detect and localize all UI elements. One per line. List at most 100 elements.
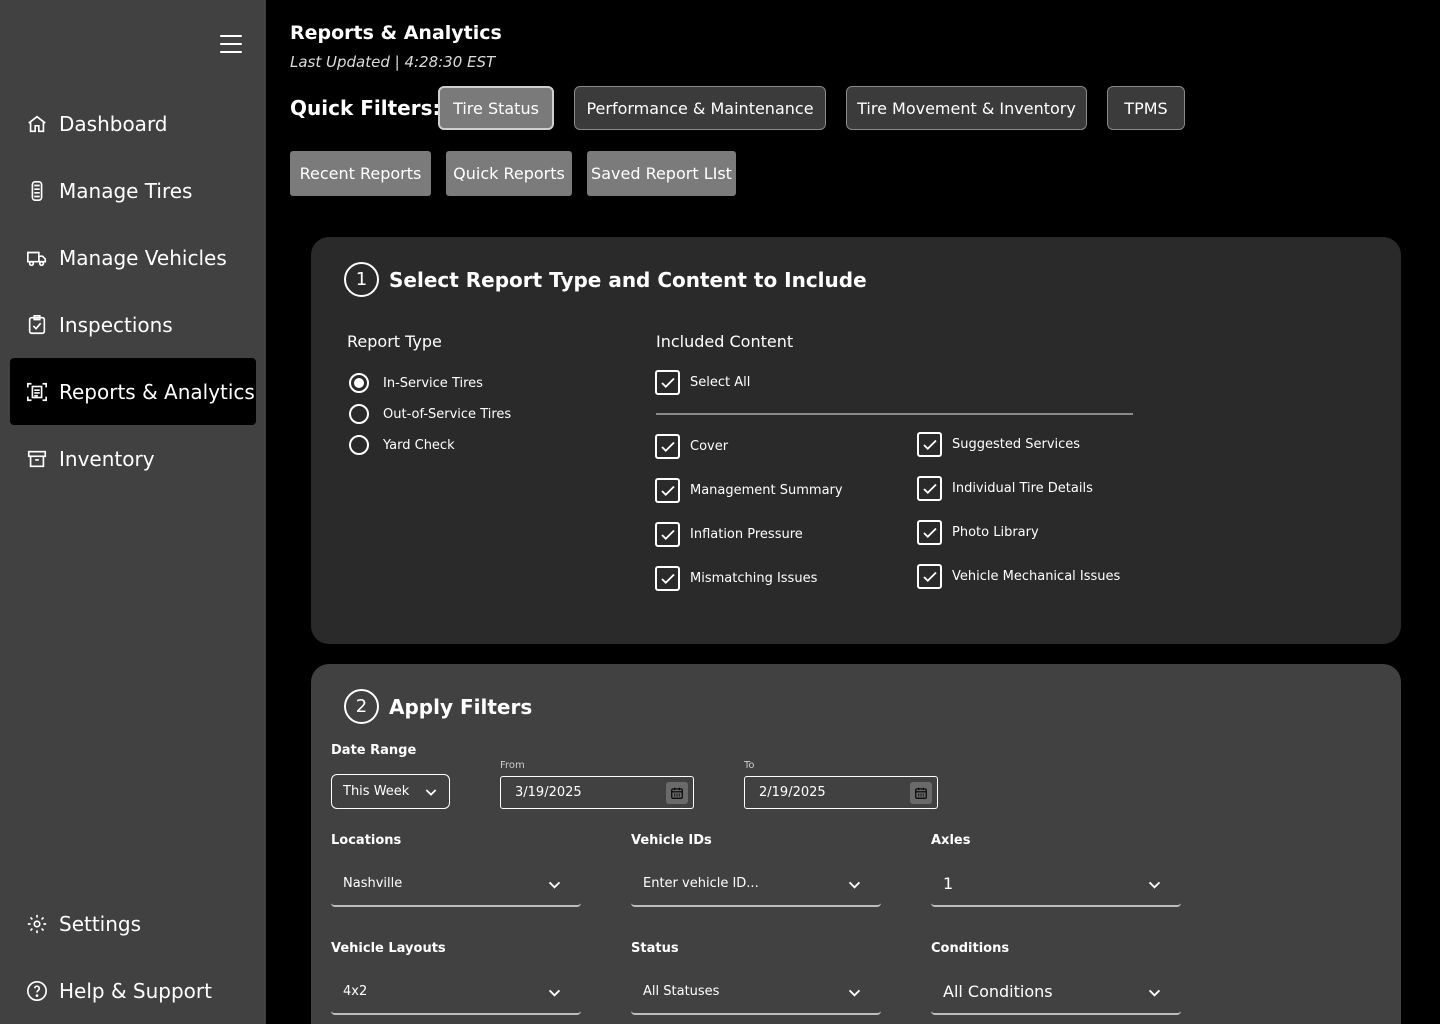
checkbox-checked-icon[interactable] <box>655 522 680 547</box>
calendar-icon[interactable] <box>910 782 932 804</box>
checkbox-label: Mismatching Issues <box>690 571 818 586</box>
checkbox-label: Management Summary <box>690 483 843 498</box>
report-type-panel: 1 Select Report Type and Content to Incl… <box>311 237 1401 644</box>
radio-label: Out-of-Service Tires <box>383 406 512 422</box>
radio-label: Yard Check <box>383 437 455 453</box>
report-type-label: Report Type <box>347 332 442 351</box>
vehicle-layouts-select[interactable]: 4x2 <box>331 970 581 1015</box>
axles-label: Axles <box>931 833 971 848</box>
radio-button[interactable] <box>349 435 369 455</box>
date-range-label: Date Range <box>331 743 417 758</box>
chevron-down-icon <box>425 789 437 796</box>
checkbox-checked-icon[interactable] <box>655 434 680 459</box>
date-range-value: This Week <box>343 784 410 799</box>
hamburger-icon[interactable] <box>220 35 242 55</box>
checkbox-label: Cover <box>690 439 729 454</box>
checkbox-checked-icon[interactable] <box>917 432 942 457</box>
sidebar-item-label: Manage Tires <box>59 178 193 203</box>
apply-filters-panel: 2 Apply Filters Date Range This Week Fro… <box>311 664 1401 1024</box>
home-icon <box>25 112 49 136</box>
date-range-select[interactable]: This Week <box>331 774 450 809</box>
report-scan-icon <box>25 380 49 404</box>
step-number: 1 <box>344 262 379 297</box>
checkbox-label: Select All <box>690 375 751 390</box>
locations-select[interactable]: Nashville <box>331 862 581 907</box>
radio-button[interactable] <box>349 404 369 424</box>
radio-out-of-service-tires[interactable]: Out-of-Service Tires <box>349 404 511 424</box>
sidebar-item-label: Settings <box>59 911 142 936</box>
locations-value: Nashville <box>343 876 403 891</box>
checkbox-vehicle-mechanical-issues[interactable]: Vehicle Mechanical Issues <box>917 564 1120 589</box>
locations-label: Locations <box>331 833 402 848</box>
sidebar-item-dashboard[interactable]: Dashboard <box>10 90 256 157</box>
vehicle-layouts-label: Vehicle Layouts <box>331 941 446 956</box>
radio-yard-check[interactable]: Yard Check <box>349 435 455 455</box>
checkbox-checked-icon[interactable] <box>917 476 942 501</box>
from-date-input[interactable]: 3/19/2025 <box>500 776 694 809</box>
checkbox-checked-icon[interactable] <box>917 520 942 545</box>
sidebar-item-manage-tires[interactable]: Manage Tires <box>10 157 256 224</box>
checkbox-cover[interactable]: Cover <box>655 434 728 459</box>
checkbox-mismatching-issues[interactable]: Mismatching Issues <box>655 566 817 591</box>
checkbox-checked-icon[interactable] <box>655 370 680 395</box>
sidebar-item-reports-analytics[interactable]: Reports & Analytics <box>10 358 256 425</box>
tire-icon <box>25 179 49 203</box>
sidebar-item-label: Inspections <box>59 312 173 337</box>
clipboard-check-icon <box>25 313 49 337</box>
section-title: Select Report Type and Content to Includ… <box>389 267 867 292</box>
radio-in-service-tires[interactable]: In-Service Tires <box>349 373 483 393</box>
checkbox-checked-icon[interactable] <box>655 566 680 591</box>
quick-filter-performance-maintenance[interactable]: Performance & Maintenance <box>574 86 826 130</box>
checkbox-checked-icon[interactable] <box>917 564 942 589</box>
to-date-value: 2/19/2025 <box>759 785 826 800</box>
checkbox-photo-library[interactable]: Photo Library <box>917 520 1039 545</box>
quick-filter-tire-movement-inventory[interactable]: Tire Movement & Inventory <box>846 86 1087 130</box>
quick-filter-tpms[interactable]: TPMS <box>1107 86 1185 130</box>
to-date-input[interactable]: 2/19/2025 <box>744 776 938 809</box>
quick-reports-button[interactable]: Quick Reports <box>446 151 572 196</box>
sidebar: Dashboard Manage Tires Manage Vehicles I… <box>0 0 266 1024</box>
section-2-header: 2 Apply Filters <box>344 689 532 724</box>
section-title: Apply Filters <box>389 694 533 719</box>
chevron-down-icon <box>1148 881 1161 889</box>
sidebar-item-inspections[interactable]: Inspections <box>10 291 256 358</box>
status-select[interactable]: All Statuses <box>631 970 881 1015</box>
sidebar-item-settings[interactable]: Settings <box>10 890 256 957</box>
sidebar-item-label: Dashboard <box>59 111 168 136</box>
conditions-label: Conditions <box>931 941 1010 956</box>
saved-report-list-button[interactable]: Saved Report LIst <box>587 151 736 196</box>
vehicle-layouts-value: 4x2 <box>343 984 368 999</box>
checkbox-individual-tire-details[interactable]: Individual Tire Details <box>917 476 1093 501</box>
archive-box-icon <box>25 447 49 471</box>
checkbox-suggested-services[interactable]: Suggested Services <box>917 432 1080 457</box>
recent-reports-button[interactable]: Recent Reports <box>290 151 431 196</box>
sidebar-item-help-support[interactable]: Help & Support <box>10 957 256 1024</box>
sidebar-item-manage-vehicles[interactable]: Manage Vehicles <box>10 224 256 291</box>
section-1-header: 1 Select Report Type and Content to Incl… <box>344 262 867 297</box>
checkbox-checked-icon[interactable] <box>655 478 680 503</box>
conditions-select[interactable]: All Conditions <box>931 970 1181 1015</box>
sidebar-item-label: Inventory <box>59 446 155 471</box>
checkbox-label: Vehicle Mechanical Issues <box>952 569 1121 584</box>
axles-value: 1 <box>943 874 954 893</box>
sidebar-item-label: Reports & Analytics <box>59 379 255 404</box>
step-number: 2 <box>344 689 379 724</box>
sidebar-item-inventory[interactable]: Inventory <box>10 425 256 492</box>
checkbox-inflation-pressure[interactable]: Inflation Pressure <box>655 522 803 547</box>
from-label: From <box>500 760 525 771</box>
to-label: To <box>744 760 755 771</box>
checkbox-select-all[interactable]: Select All <box>655 370 750 395</box>
vehicle-ids-input[interactable]: Enter vehicle ID... <box>631 862 881 907</box>
radio-button[interactable] <box>349 373 369 393</box>
page-title: Reports & Analytics <box>290 22 502 44</box>
axles-select[interactable]: 1 <box>931 862 1181 907</box>
from-date-value: 3/19/2025 <box>515 785 582 800</box>
vehicle-ids-label: Vehicle IDs <box>631 833 712 848</box>
chevron-down-icon <box>848 881 861 889</box>
calendar-icon[interactable] <box>666 782 688 804</box>
checkbox-management-summary[interactable]: Management Summary <box>655 478 843 503</box>
included-content-label: Included Content <box>656 332 794 351</box>
quick-filters-label: Quick Filters: <box>290 96 441 120</box>
vehicle-ids-placeholder: Enter vehicle ID... <box>643 876 759 891</box>
quick-filter-tire-status[interactable]: Tire Status <box>438 86 554 130</box>
